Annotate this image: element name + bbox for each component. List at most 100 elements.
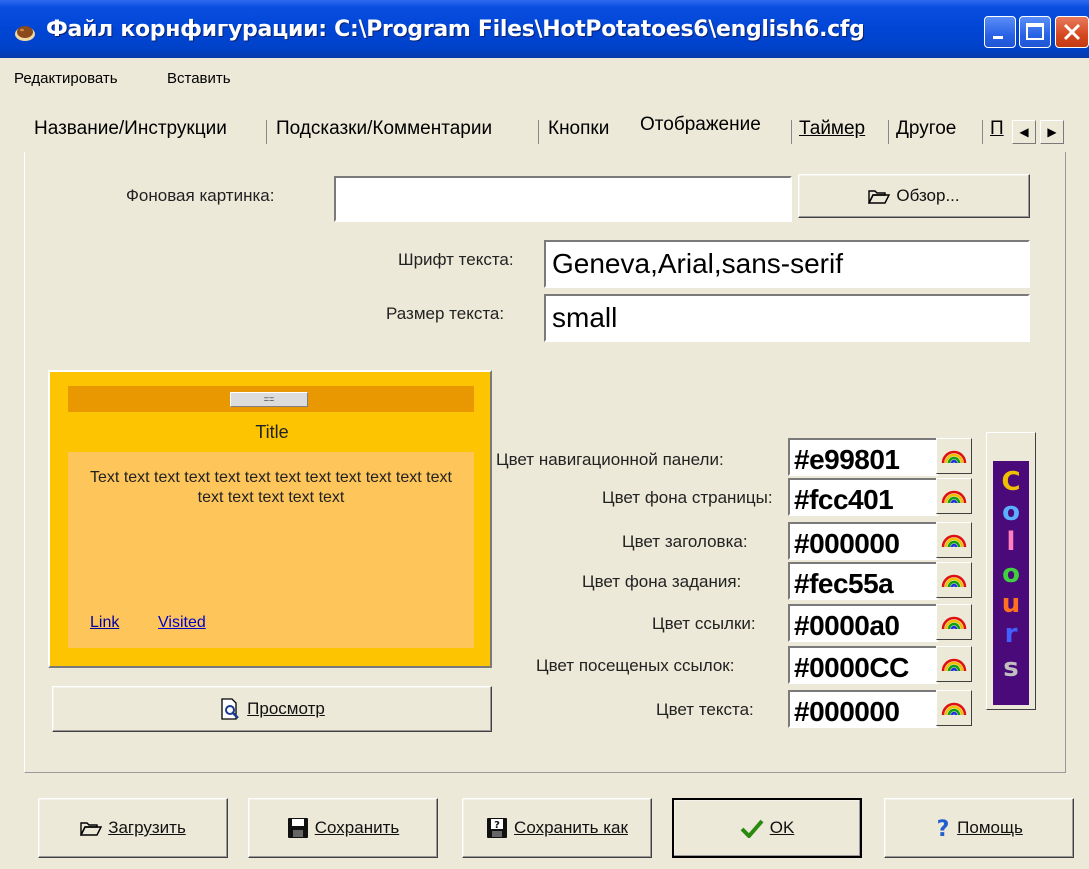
rainbow-icon — [941, 616, 967, 630]
visited-color-value: #0000CC — [794, 652, 909, 683]
title-bar[interactable]: Файл корнфигурации: C:\Program Files\Hot… — [0, 0, 1089, 58]
maximize-icon — [1026, 23, 1044, 40]
colours-letter: C — [1001, 467, 1021, 497]
preview-body: Text text text text text text text text … — [68, 452, 474, 648]
svg-text:?: ? — [494, 820, 500, 831]
preview-nav-button: == — [230, 392, 308, 407]
menu-insert[interactable]: Вставить — [167, 70, 231, 87]
preview-text: Text text text text text text text text … — [90, 469, 452, 506]
folder-open-icon — [80, 822, 103, 836]
ok-label: OK — [769, 818, 795, 837]
menu-edit[interactable]: Редактировать — [14, 70, 118, 87]
text-color-value: #000000 — [794, 696, 900, 727]
window-title: Файл корнфигурации: C:\Program Files\Hot… — [46, 17, 865, 42]
colours-button[interactable]: C o l o u r s — [986, 432, 1036, 710]
tab-separator — [266, 120, 267, 144]
close-button[interactable] — [1055, 16, 1089, 48]
preview-nav-bar: == — [68, 386, 474, 412]
menu-bar: Редактировать Вставить — [0, 58, 1089, 102]
visited-color-picker-button[interactable] — [936, 646, 972, 682]
rainbow-icon — [941, 702, 967, 716]
page-bg-color-value: #fcc401 — [794, 484, 894, 515]
tab-strip: Название/Инструкции Подсказки/Комментари… — [0, 102, 1089, 150]
preview-button[interactable]: Просмотр — [52, 686, 492, 732]
text-color-input[interactable]: #000000 — [788, 690, 938, 728]
size-value: small — [552, 302, 618, 333]
visited-color-label: Цвет посещеных ссылок: — [536, 656, 735, 675]
config-window: Файл корнфигурации: C:\Program Files\Hot… — [0, 0, 1089, 869]
tab-other[interactable]: Другое — [896, 118, 956, 140]
tab-hints-comments[interactable]: Подсказки/Комментарии — [276, 118, 492, 140]
tab-more[interactable]: П — [990, 118, 1004, 140]
help-button[interactable]: ? Помощь — [884, 798, 1074, 858]
link-color-value: #0000a0 — [794, 610, 900, 641]
colours-letter: r — [1004, 619, 1018, 649]
tab-timer[interactable]: Таймер — [799, 118, 865, 140]
colours-letter: u — [1001, 589, 1021, 619]
size-input[interactable]: small — [544, 294, 1030, 342]
rainbow-icon — [941, 490, 967, 504]
magnifier-document-icon — [221, 698, 240, 720]
nav-color-picker-button[interactable] — [936, 438, 972, 474]
exercise-bg-color-value: #fec55a — [794, 568, 894, 599]
tab-display[interactable]: Отображение — [640, 114, 761, 136]
page-bg-color-input[interactable]: #fcc401 — [788, 478, 938, 516]
checkmark-icon — [740, 819, 764, 838]
title-color-value: #000000 — [794, 528, 900, 559]
exercise-bg-color-input[interactable]: #fec55a — [788, 562, 938, 600]
colours-letter: o — [1002, 497, 1020, 527]
nav-color-input[interactable]: #e99801 — [788, 438, 938, 476]
tab-scroll-left-button[interactable]: ◀ — [1012, 120, 1036, 144]
browse-button[interactable]: Обзор... — [798, 174, 1030, 218]
minimize-icon — [993, 36, 1003, 39]
visited-color-input[interactable]: #0000CC — [788, 646, 938, 684]
tab-scroll-right-button[interactable]: ▶ — [1040, 120, 1064, 144]
text-color-picker-button[interactable] — [936, 690, 972, 726]
preview-link: Link — [90, 614, 120, 631]
load-button[interactable]: Загрузить — [38, 798, 228, 858]
exercise-bg-color-label: Цвет фона задания: — [582, 572, 742, 591]
save-button[interactable]: Сохранить — [248, 798, 438, 858]
nav-color-value: #e99801 — [794, 444, 900, 475]
preview-title: Title — [255, 422, 289, 442]
ok-button[interactable]: OK — [672, 798, 862, 858]
colours-logo: C o l o u r s — [993, 461, 1029, 705]
title-color-input[interactable]: #000000 — [788, 522, 938, 560]
folder-open-icon — [868, 190, 891, 204]
title-color-label: Цвет заголовка: — [622, 532, 748, 551]
minimize-button[interactable] — [984, 16, 1016, 48]
background-image-label: Фоновая картинка: — [126, 186, 275, 205]
save-label[interactable]: Сохранить — [315, 818, 399, 838]
font-input[interactable]: Geneva,Arial,sans-serif — [544, 240, 1030, 288]
load-label: Загрузить — [108, 818, 186, 837]
colours-letter: l — [1006, 527, 1016, 557]
arrow-left-icon: ◀ — [1019, 125, 1029, 139]
close-icon — [1063, 23, 1081, 41]
tab-separator — [791, 120, 792, 144]
tab-title-instructions[interactable]: Название/Инструкции — [34, 118, 227, 140]
link-color-label: Цвет ссылки: — [652, 614, 756, 633]
browse-label: Обзор... — [896, 186, 960, 205]
floppy-disk-question-icon: ? — [487, 818, 508, 838]
arrow-right-icon: ▶ — [1047, 125, 1057, 139]
tab-buttons[interactable]: Кнопки — [548, 118, 609, 140]
save-as-label: Сохранить как — [514, 818, 628, 837]
nav-color-label: Цвет навигационной панели: — [496, 450, 724, 469]
link-color-picker-button[interactable] — [936, 604, 972, 640]
page-bg-color-label: Цвет фона страницы: — [602, 488, 773, 507]
page-bg-color-picker-button[interactable] — [936, 478, 972, 514]
rainbow-icon — [941, 574, 967, 588]
background-image-input[interactable] — [334, 176, 792, 222]
app-icon — [15, 26, 35, 41]
help-question-icon: ? — [937, 817, 950, 839]
preview-panel: == Title Text text text text text text t… — [48, 370, 492, 668]
title-color-picker-button[interactable] — [936, 522, 972, 558]
exercise-bg-color-picker-button[interactable] — [936, 562, 972, 598]
floppy-disk-icon — [287, 818, 308, 838]
link-color-input[interactable]: #0000a0 — [788, 604, 938, 642]
tab-separator — [538, 120, 539, 144]
size-label: Размер текста: — [386, 304, 505, 323]
save-as-button[interactable]: ? Сохранить как — [462, 798, 652, 858]
maximize-button[interactable] — [1019, 16, 1051, 48]
preview-visited-link: Visited — [158, 614, 206, 631]
